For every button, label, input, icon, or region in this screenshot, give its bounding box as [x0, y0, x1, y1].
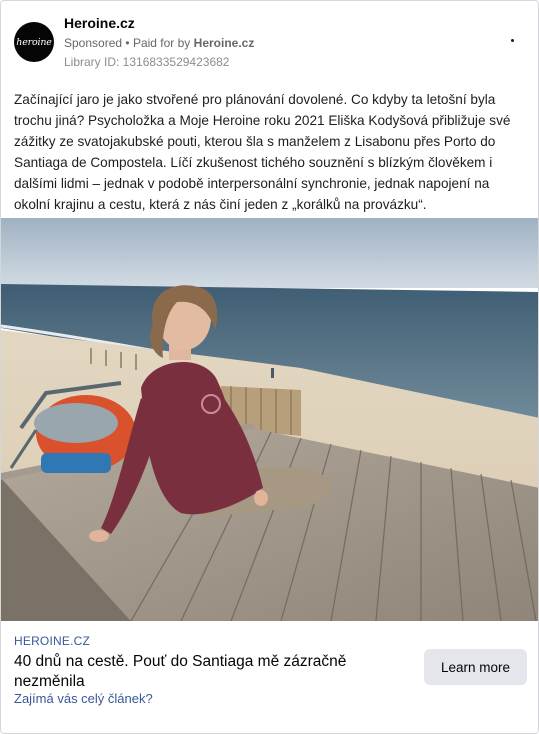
page-avatar[interactable]: heroine: [14, 22, 54, 62]
beach-photo: [1, 218, 538, 621]
post-header: heroine Heroine.cz Sponsored • Paid for …: [14, 14, 525, 72]
separator-dot: •: [125, 36, 130, 50]
paid-for-name[interactable]: Heroine.cz: [194, 36, 255, 50]
link-headline[interactable]: 40 dnů na cestě. Pouť do Santiaga mě záz…: [14, 652, 394, 692]
post-body-text: Začínající jaro je jako stvořené pro plá…: [14, 92, 511, 212]
learn-more-button[interactable]: Learn more: [424, 649, 527, 685]
more-options-button[interactable]: [499, 30, 525, 50]
more-horizontal-icon: [510, 38, 514, 42]
link-preview[interactable]: HEROINE.CZ 40 dnů na cestě. Pouť do Sant…: [1, 621, 538, 733]
ad-card: heroine Heroine.cz Sponsored • Paid for …: [0, 0, 539, 734]
sponsored-line: Sponsored • Paid for by Heroine.cz: [64, 36, 254, 50]
post-image[interactable]: [1, 218, 538, 621]
page-name-link[interactable]: Heroine.cz: [64, 15, 135, 31]
library-id: Library ID: 1316833529423682: [64, 55, 230, 69]
sponsored-label: Sponsored: [64, 36, 123, 50]
link-description[interactable]: Zajímá vás celý článek?: [14, 691, 153, 706]
link-domain: HEROINE.CZ: [14, 634, 91, 648]
paid-for-prefix: Paid for by: [132, 36, 191, 50]
